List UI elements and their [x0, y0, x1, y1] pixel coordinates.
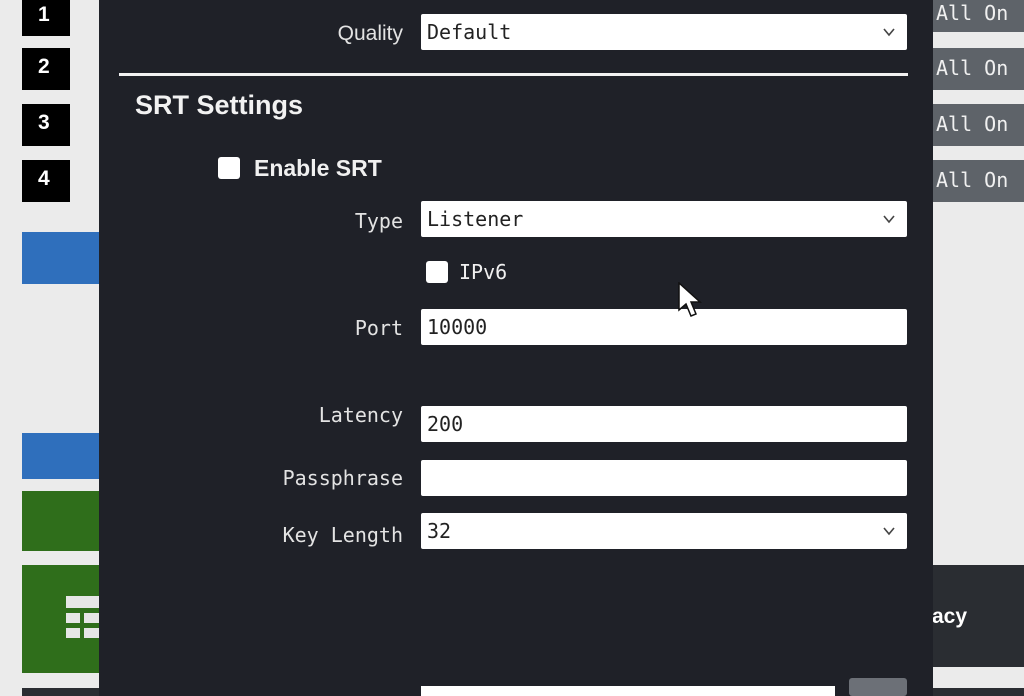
channel-status-1[interactable]: All On [932, 0, 1024, 32]
legacy-label: acy [932, 605, 968, 628]
latency-input[interactable]: 200 [421, 406, 907, 442]
quality-label: Quality [337, 22, 403, 45]
chevron-down-icon [883, 215, 895, 224]
key-length-value: 32 [427, 519, 452, 543]
partial-button-bottom[interactable] [849, 678, 907, 696]
ipv6-label: IPv6 [459, 260, 508, 284]
ipv6-checkbox[interactable] [426, 261, 448, 283]
channel-badge-3[interactable]: 3 [22, 104, 70, 146]
key-length-label: Key Length [282, 523, 403, 547]
passphrase-input[interactable] [421, 460, 907, 496]
enable-srt-checkbox[interactable] [218, 157, 240, 179]
channel-status-4[interactable]: All On [932, 160, 1024, 202]
latency-value: 200 [427, 412, 464, 436]
blue-bar-top[interactable] [22, 232, 100, 284]
channel-badge-4[interactable]: 4 [22, 160, 70, 202]
passphrase-label: Passphrase [282, 466, 403, 490]
port-label: Port [354, 316, 403, 340]
chevron-down-icon [883, 527, 895, 536]
port-value: 10000 [427, 315, 488, 339]
latency-label: Latency [318, 403, 403, 427]
channel-badge-2[interactable]: 2 [22, 48, 70, 90]
key-length-select[interactable]: 32 [421, 513, 907, 549]
channel-status-2[interactable]: All On [932, 48, 1024, 90]
blue-bar-lower[interactable] [22, 433, 100, 479]
chevron-down-icon [883, 28, 895, 37]
type-label: Type [354, 209, 403, 233]
port-input[interactable]: 10000 [421, 309, 907, 345]
channel-status-3[interactable]: All On [932, 104, 1024, 146]
grid-icon [66, 596, 100, 638]
section-title: SRT Settings [135, 90, 304, 120]
partial-input-bottom[interactable] [421, 686, 835, 696]
quality-select[interactable]: Default [421, 14, 907, 50]
channel-badge-1[interactable]: 1 [22, 0, 70, 36]
mouse-cursor-icon [678, 282, 702, 317]
srt-settings-modal: Quality Default SRT Settings Enable SRT … [99, 0, 933, 696]
type-value: Listener [427, 207, 524, 231]
green-block-upper[interactable] [22, 491, 100, 551]
section-divider [119, 73, 908, 76]
quality-value: Default [427, 20, 512, 44]
enable-srt-label: Enable SRT [254, 155, 382, 181]
type-select[interactable]: Listener [421, 201, 907, 237]
